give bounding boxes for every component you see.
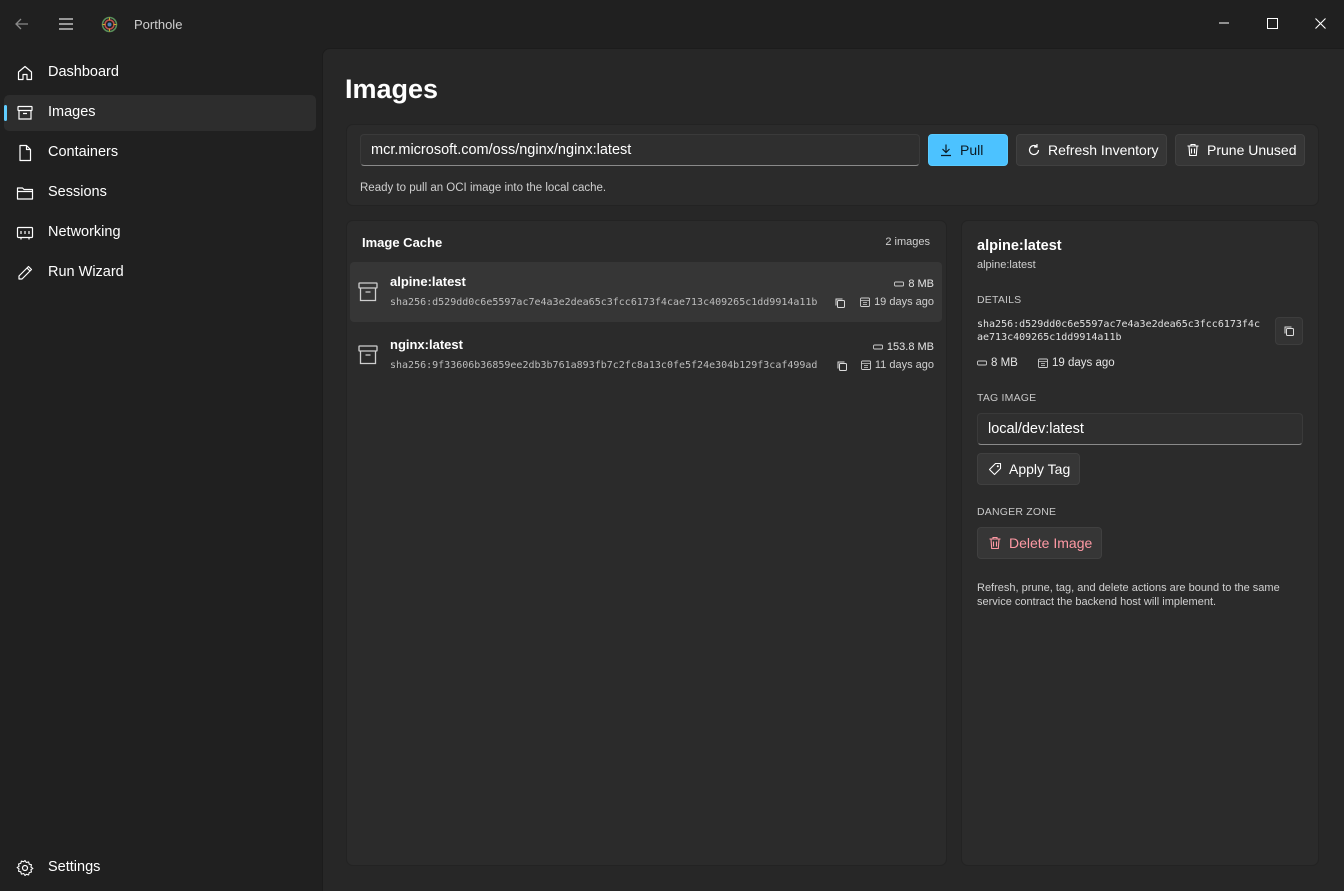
page-title: Images [345, 74, 439, 104]
image-name: alpine:latest [390, 274, 466, 289]
details-image-subtitle: alpine:latest [977, 259, 1036, 271]
tag-image-label: TAG IMAGE [977, 392, 1037, 404]
close-button[interactable] [1296, 0, 1344, 46]
trash-icon [1187, 143, 1199, 157]
download-icon [941, 144, 951, 157]
image-count: 2 images [885, 236, 930, 248]
sidebar-item-settings[interactable]: Settings [4, 850, 316, 886]
details-age-value: 19 days ago [1052, 357, 1115, 369]
details-section-label: DETAILS [977, 294, 1022, 306]
details-hash: sha256:d529dd0c6e5597ac7e4a3e2dea65c3fcc… [977, 318, 1260, 344]
refresh-inventory-label: Refresh Inventory [1048, 142, 1159, 158]
calendar-icon [860, 297, 871, 307]
sidebar-item-run-wizard[interactable]: Run Wizard [4, 255, 316, 291]
folder-icon [16, 187, 34, 200]
pencil-icon [18, 265, 33, 280]
pull-status-text: Ready to pull an OCI image into the loca… [360, 182, 607, 194]
image-name: nginx:latest [390, 337, 463, 352]
image-reference-value: mcr.microsoft.com/oss/nginx/nginx:latest [371, 142, 632, 158]
sidebar-item-label: Settings [48, 859, 101, 875]
image-size: 153.8 MB [872, 341, 934, 353]
copy-hash-icon[interactable] [836, 360, 848, 372]
details-size: 8 MB [977, 357, 1018, 369]
sidebar-item-images[interactable]: Images [4, 95, 316, 131]
tag-icon [988, 462, 1002, 476]
tag-image-value: local/dev:latest [988, 421, 1084, 437]
details-size-value: 8 MB [991, 357, 1018, 369]
apply-tag-label: Apply Tag [1009, 461, 1071, 477]
prune-unused-label: Prune Unused [1207, 142, 1297, 158]
storage-icon [894, 281, 905, 287]
calendar-icon [860, 360, 871, 370]
selection-indicator [4, 105, 7, 121]
image-row-alpine[interactable]: alpine:latest sha256:d529dd0c6e5597ac7e4… [350, 262, 942, 322]
details-age: 19 days ago [1038, 357, 1115, 369]
image-hash: sha256:d529dd0c6e5597ac7e4a3e2dea65c3fcc… [390, 297, 818, 308]
archive-icon [17, 105, 33, 120]
document-icon [19, 144, 32, 162]
copy-digest-button[interactable] [1275, 317, 1303, 345]
image-age: 19 days ago [860, 296, 934, 308]
details-hash-line-1: sha256:d529dd0c6e5597ac7e4a3e2dea65c3fcc… [977, 319, 1260, 330]
close-icon [1314, 17, 1326, 29]
archive-icon [358, 345, 378, 365]
minimize-button[interactable] [1200, 0, 1248, 46]
sidebar-item-dashboard[interactable]: Dashboard [4, 55, 316, 91]
storage-icon [872, 344, 883, 350]
image-size-value: 153.8 MB [886, 341, 934, 353]
app-title: Porthole [134, 17, 183, 32]
pull-button[interactable]: Pull [928, 134, 1008, 166]
trash-icon [989, 536, 1001, 550]
sidebar-item-label: Containers [48, 144, 119, 160]
image-hash: sha256:9f33606b36859ee2db3b761a893fb7c2f… [390, 360, 818, 371]
details-note: Refresh, prune, tag, and delete actions … [977, 582, 1280, 608]
image-size-value: 8 MB [908, 278, 934, 290]
image-reference-input[interactable]: mcr.microsoft.com/oss/nginx/nginx:latest [360, 134, 920, 166]
sidebar-item-networking[interactable]: Networking [4, 215, 316, 251]
sidebar-item-label: Dashboard [48, 64, 119, 80]
details-hash-line-2: ae713c409265c1dd9914a11b [977, 332, 1122, 343]
copy-hash-icon[interactable] [834, 297, 846, 309]
sidebar-item-sessions[interactable]: Sessions [4, 175, 316, 211]
sidebar-item-label: Sessions [48, 184, 107, 200]
title-bar: Porthole [0, 0, 1344, 48]
refresh-icon [1028, 144, 1040, 156]
image-age-value: 19 days ago [874, 296, 934, 308]
hamburger-menu-button[interactable] [52, 10, 80, 38]
delete-image-label: Delete Image [1009, 535, 1093, 551]
calendar-icon [1038, 358, 1048, 368]
prune-unused-button[interactable]: Prune Unused [1175, 134, 1305, 166]
apply-tag-button[interactable]: Apply Tag [977, 453, 1080, 485]
copy-icon [1284, 326, 1294, 336]
sidebar-item-label: Run Wizard [48, 264, 124, 280]
back-arrow-icon [15, 18, 28, 30]
image-cache-title: Image Cache [362, 235, 443, 250]
image-row-nginx[interactable]: nginx:latest sha256:9f33606b36859ee2db3b… [350, 325, 942, 385]
archive-icon [358, 282, 378, 302]
hamburger-icon [59, 18, 73, 30]
image-size: 8 MB [894, 278, 934, 290]
app-logo-icon [101, 16, 118, 33]
sidebar-item-label: Networking [48, 224, 121, 240]
back-button[interactable] [8, 10, 36, 38]
maximize-icon [1266, 17, 1278, 29]
minimize-icon [1219, 22, 1229, 24]
delete-image-button[interactable]: Delete Image [977, 527, 1102, 559]
image-age-value: 11 days ago [874, 359, 934, 371]
home-icon [17, 65, 33, 81]
sidebar-item-label: Images [48, 104, 96, 120]
danger-zone-label: DANGER ZONE [977, 506, 1057, 518]
network-icon [16, 226, 34, 240]
sidebar-item-containers[interactable]: Containers [4, 135, 316, 171]
gear-icon [16, 859, 34, 877]
storage-icon [977, 360, 987, 366]
image-age: 11 days ago [860, 359, 934, 371]
refresh-inventory-button[interactable]: Refresh Inventory [1016, 134, 1167, 166]
maximize-button[interactable] [1248, 0, 1296, 46]
pull-label: Pull [960, 142, 984, 158]
tag-image-input[interactable]: local/dev:latest [977, 413, 1303, 445]
details-image-name: alpine:latest [977, 238, 1062, 254]
